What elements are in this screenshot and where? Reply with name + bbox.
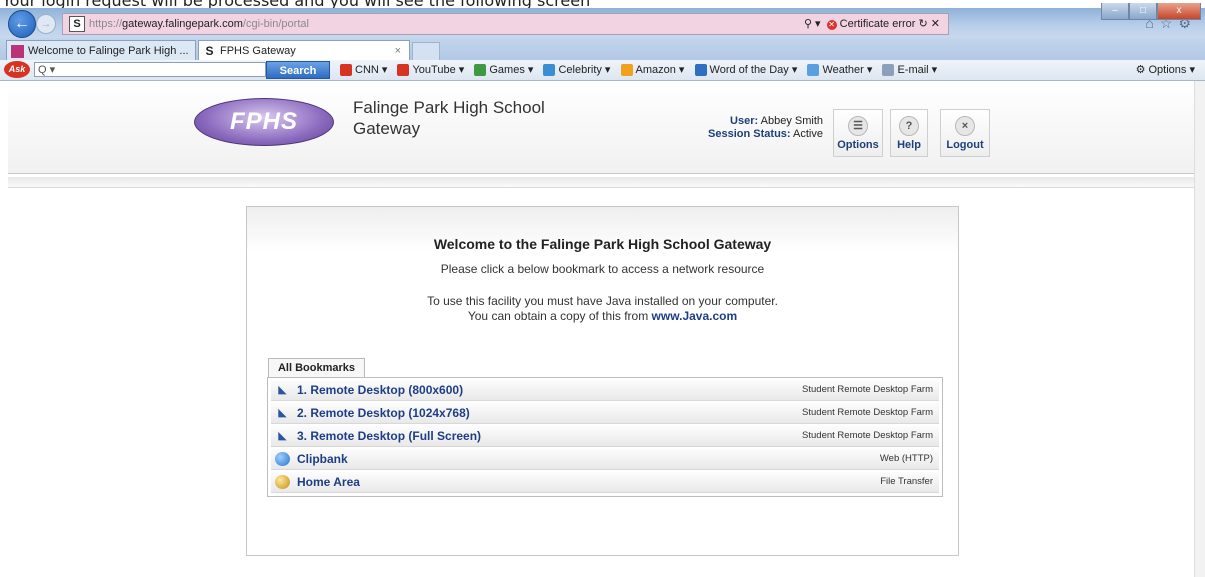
search-icon[interactable]: ⚲ ▾ [804, 18, 821, 30]
weather-icon [807, 64, 820, 77]
bookmark-type: Student Remote Desktop Farm [802, 384, 933, 395]
certificate-error-label[interactable]: Certificate error [840, 18, 916, 30]
page-title-line1: Falinge Park High School [353, 98, 545, 117]
ask-logo-icon[interactable]: Ask [4, 61, 30, 78]
tab-label: FPHS Gateway [220, 45, 296, 57]
back-button[interactable]: ← [8, 10, 36, 38]
site-favicon: S [69, 16, 85, 32]
toolbar-link-word-of-the-day[interactable]: Word of the Day ▾ [694, 60, 797, 80]
maximize-button[interactable]: □ [1129, 3, 1157, 20]
logout-icon: × [955, 116, 975, 136]
user-label: User: [730, 115, 759, 127]
bookmark-row-clipbank[interactable]: Clipbank Web (HTTP) [271, 449, 939, 470]
page-title: Falinge Park High School Gateway [353, 97, 545, 139]
certificate-error-icon[interactable]: ✕ [826, 20, 837, 30]
refresh-icon[interactable]: ↻ [919, 18, 928, 30]
tab-favicon-icon: S [205, 43, 214, 58]
file-transfer-icon [275, 475, 290, 489]
toolbar-link-games[interactable]: Games ▾ [474, 60, 533, 80]
java-link[interactable]: www.Java.com [652, 309, 738, 323]
minimize-button[interactable]: – [1101, 3, 1129, 20]
url-field[interactable]: Shttps://gateway.falingepark.com/cgi-bin… [62, 13, 949, 35]
toolbar-link-celebrity[interactable]: Celebrity ▾ [543, 60, 610, 80]
tab-favicon-icon [11, 44, 24, 58]
stop-icon[interactable]: ✕ [931, 18, 940, 30]
globe-icon [275, 452, 290, 466]
user-name: Abbey Smith [760, 115, 823, 127]
options-icon: ☰ [848, 116, 868, 136]
bookmark-label[interactable]: 1. Remote Desktop (800x600) [297, 380, 463, 400]
celebrity-icon [543, 64, 556, 77]
help-icon: ? [899, 116, 919, 136]
toolbar-links: CNN ▾ YouTube ▾ Games ▾ Celebrity ▾ Amaz… [340, 60, 944, 80]
welcome-title: Welcome to the Falinge Park High School … [433, 236, 772, 252]
tab-bar: Welcome to Falinge Park High ... S FPHS G… [0, 38, 1205, 61]
welcome-subtitle: Please click a below bookmark to access … [440, 262, 765, 276]
toolbar-link-weather[interactable]: Weather ▾ [807, 60, 872, 80]
options-gear-icon: ⚙ [1135, 64, 1149, 76]
tab-fphs-gateway[interactable]: S FPHS Gateway × [198, 40, 410, 60]
remote-desktop-icon: ◣ [278, 384, 287, 396]
bookmark-row-remote-desktop-full-screen[interactable]: ◣ 3. Remote Desktop (Full Screen) Studen… [271, 426, 939, 447]
bookmark-list: ◣ 1. Remote Desktop (800x600) Student Re… [267, 377, 943, 497]
close-window-button[interactable]: x [1157, 3, 1201, 20]
window-controls: – □ x [1101, 0, 1201, 20]
tab-all-bookmarks[interactable]: All Bookmarks [268, 358, 365, 378]
java-notice-line1: To use this facility you must have Java … [427, 294, 778, 308]
url-host: gateway.falingepark.com [122, 18, 243, 30]
games-icon [474, 64, 487, 77]
session-status-label: Session Status: [708, 128, 791, 140]
bookmark-row-remote-desktop-1024x768[interactable]: ◣ 2. Remote Desktop (1024x768) Student R… [271, 403, 939, 424]
user-info: User: Abbey Smith Session Status: Active [701, 115, 823, 141]
page-title-line2: Gateway [353, 119, 421, 138]
java-notice-line2: You can obtain a copy of this from [467, 309, 649, 323]
bookmark-type: Student Remote Desktop Farm [802, 430, 933, 441]
url-scheme: https:// [89, 18, 123, 30]
bookmark-label[interactable]: 3. Remote Desktop (Full Screen) [297, 426, 481, 446]
bookmark-type: File Transfer [880, 476, 933, 487]
bookmark-row-home-area[interactable]: Home Area File Transfer [271, 472, 939, 493]
options-button[interactable]: ☰ Options [833, 109, 883, 157]
forward-button[interactable]: → [36, 14, 56, 34]
email-icon [882, 64, 895, 77]
remote-desktop-icon: ◣ [278, 430, 287, 442]
toolbar-link-email[interactable]: E-mail ▾ [882, 60, 937, 80]
app-header: FPHS Falinge Park High School Gateway Us… [8, 81, 1196, 174]
tab-label: Welcome to Falinge Park High ... [28, 45, 189, 57]
toolbar-link-youtube[interactable]: YouTube ▾ [397, 60, 464, 80]
bookmark-type: Web (HTTP) [879, 453, 933, 464]
session-status-value: Active [793, 128, 823, 140]
ask-toolbar: Ask Q ▾ Search CNN ▾ YouTube ▾ Games ▾ C… [0, 60, 1205, 81]
logout-button[interactable]: × Logout [940, 109, 990, 157]
bookmark-type: Student Remote Desktop Farm [802, 407, 933, 418]
ask-search-input[interactable]: Q ▾ [34, 62, 266, 77]
new-tab-button[interactable] [412, 42, 440, 61]
header-divider [8, 177, 1196, 188]
toolbar-link-cnn[interactable]: CNN ▾ [340, 60, 387, 80]
fphs-logo: FPHS [194, 98, 334, 146]
address-bar-area: ← → Shttps://gateway.falingepark.com/cgi… [0, 3, 1205, 38]
bookmark-label[interactable]: Home Area [297, 472, 360, 492]
toolbar-link-amazon[interactable]: Amazon ▾ [620, 60, 684, 80]
toolbar-options-button[interactable]: ⚙ Options ▾ [1136, 60, 1195, 80]
url-path: /cgi-bin/portal [242, 18, 309, 30]
page-scrollbar[interactable] [1194, 81, 1205, 577]
ask-search-button[interactable]: Search [266, 61, 330, 79]
help-button[interactable]: ? Help [890, 109, 928, 157]
cnn-icon [340, 64, 352, 77]
java-notice: To use this facility you must have Java … [247, 294, 958, 324]
tab-close-icon[interactable]: × [395, 41, 401, 60]
bookmark-label[interactable]: 2. Remote Desktop (1024x768) [297, 403, 470, 423]
tab-welcome[interactable]: Welcome to Falinge Park High ... [6, 40, 196, 60]
amazon-icon [620, 64, 633, 77]
bookmark-row-remote-desktop-800x600[interactable]: ◣ 1. Remote Desktop (800x600) Student Re… [271, 380, 939, 401]
word-of-the-day-icon [694, 64, 707, 77]
remote-desktop-icon: ◣ [278, 407, 287, 419]
youtube-icon [397, 64, 410, 77]
bookmark-label[interactable]: Clipbank [297, 449, 348, 469]
welcome-panel: Welcome to the Falinge Park High School … [246, 206, 959, 556]
